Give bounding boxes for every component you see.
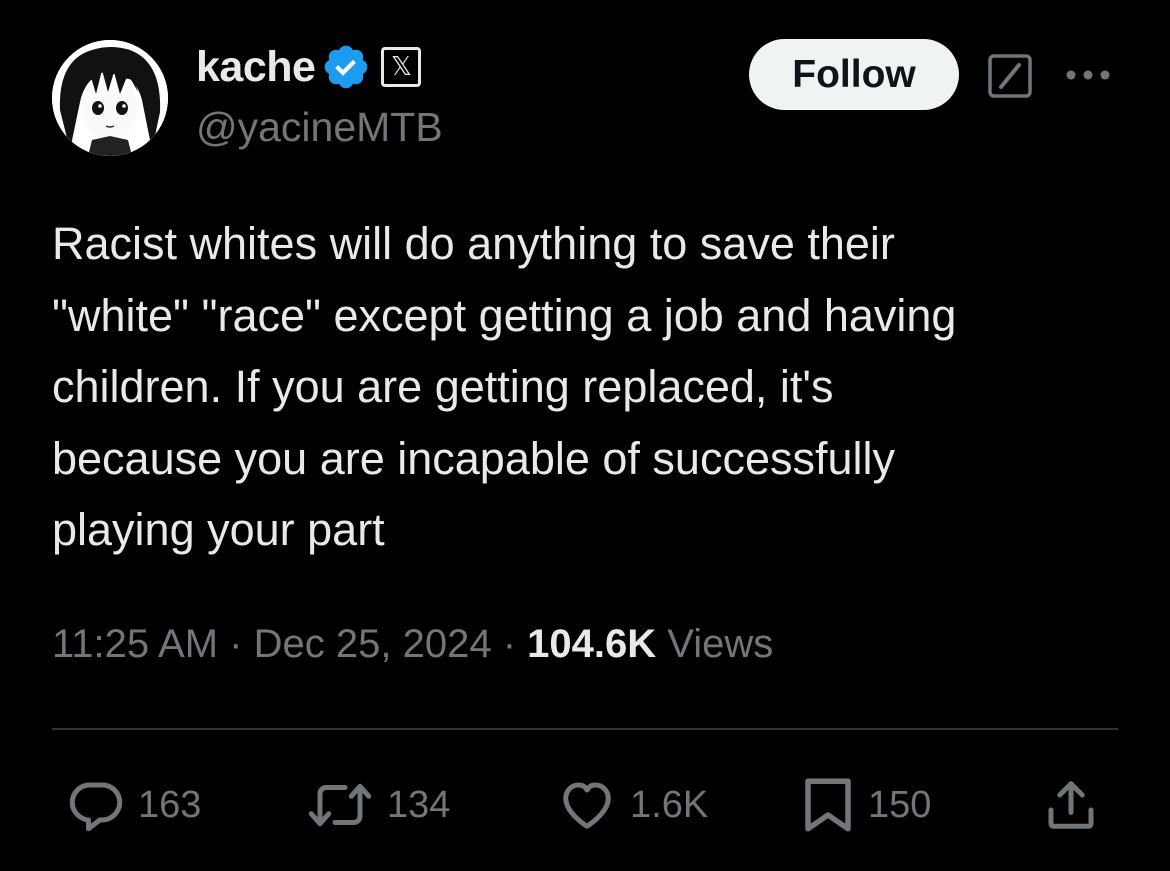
x-affiliate-badge[interactable]: 𝕏 bbox=[381, 47, 422, 87]
bookmark-count: 150 bbox=[868, 783, 932, 826]
meta-separator: · bbox=[502, 622, 517, 666]
grok-icon[interactable] bbox=[988, 54, 1032, 98]
views-count: 104.6K bbox=[527, 622, 657, 666]
reply-icon bbox=[69, 782, 123, 832]
heart-icon bbox=[563, 782, 611, 829]
views-label: Views bbox=[667, 622, 774, 666]
verified-badge-icon[interactable] bbox=[321, 42, 371, 92]
repost-icon bbox=[308, 783, 372, 827]
more-horizontal-icon[interactable] bbox=[1063, 64, 1113, 86]
repost-count: 134 bbox=[387, 783, 451, 826]
tweet-text: Racist whites will do anything to save t… bbox=[52, 218, 957, 555]
reply-button[interactable]: 163 bbox=[66, 775, 201, 835]
author-display-name[interactable]: kache bbox=[196, 43, 316, 92]
share-button[interactable] bbox=[1040, 775, 1102, 835]
tweet-time[interactable]: 11:25 AM bbox=[52, 622, 218, 666]
like-button[interactable]: 1.6K bbox=[556, 775, 708, 835]
divider bbox=[52, 728, 1118, 730]
like-count: 1.6K bbox=[630, 783, 709, 826]
share-icon bbox=[1048, 781, 1094, 829]
tweet-meta: 11:25 AM · Dec 25, 2024 · 104.6K Views bbox=[52, 622, 773, 667]
meta-separator: · bbox=[229, 622, 243, 666]
bookmark-button[interactable]: 150 bbox=[800, 775, 931, 835]
avatar[interactable] bbox=[52, 40, 168, 156]
author-handle[interactable]: @yacineMTB bbox=[196, 104, 443, 151]
follow-button[interactable]: Follow bbox=[749, 39, 959, 110]
repost-button[interactable]: 134 bbox=[305, 775, 450, 835]
tweet-date[interactable]: Dec 25, 2024 bbox=[254, 622, 492, 666]
anime-avatar-icon bbox=[52, 40, 168, 156]
reply-count: 163 bbox=[138, 783, 202, 826]
author-name-row: kache 𝕏 bbox=[196, 38, 422, 96]
bookmark-icon bbox=[805, 778, 851, 832]
